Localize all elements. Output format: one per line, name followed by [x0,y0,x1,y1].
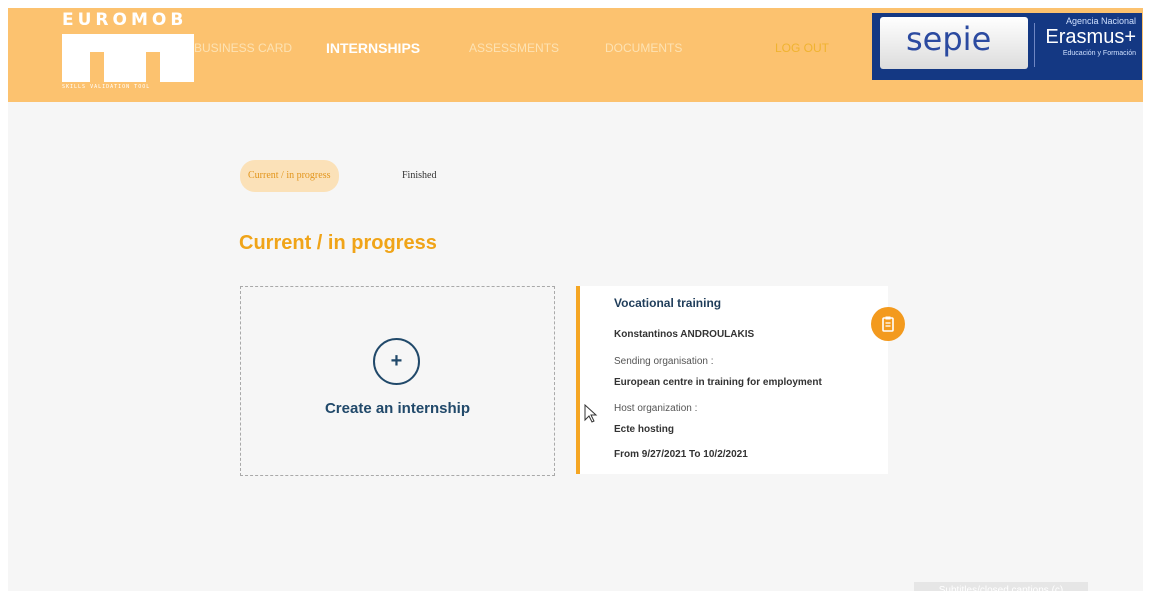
plus-icon[interactable]: + [373,338,420,385]
create-internship-card[interactable]: + Create an internship [240,286,555,476]
clipboard-button[interactable] [871,307,905,341]
euromob-logo[interactable]: EUROMOB SKILLS VALIDATION TOOL [62,10,202,96]
header: EUROMOB SKILLS VALIDATION TOOL BUSINESS … [8,8,1143,102]
nav-logout[interactable]: LOG OUT [775,41,829,55]
logo-text: EUROMOB [62,10,188,30]
tab-current[interactable]: Current / in progress [240,160,339,192]
tab-finished[interactable]: Finished [394,160,444,192]
internship-title: Vocational training [614,296,722,310]
agency-title: Agencia Nacional [1065,16,1136,26]
host-org-label: Host organization : [614,403,698,414]
sponsor-banner: sepie Agencia Nacional Erasmus+ Educació… [872,13,1142,80]
sending-org-label: Sending organisation : [614,356,714,367]
sending-org-value: European centre in training for employme… [614,377,822,388]
sepie-logo-text: sepie [906,20,992,58]
section-title: Current / in progress [239,232,437,254]
captions-button[interactable]: Subtitles/closed captions (c) [914,582,1088,591]
internship-dates: From 9/27/2021 To 10/2/2021 [614,449,748,460]
nav-assessments[interactable]: ASSESSMENTS [469,41,559,55]
agency-subtitle: Educación y Formación [1062,50,1136,57]
nav-internships[interactable]: INTERNSHIPS [326,40,420,56]
logo-tagline: SKILLS VALIDATION TOOL [62,84,151,90]
mouse-cursor-icon [584,404,598,423]
sponsor-divider [1034,23,1035,67]
internship-card[interactable]: Vocational training Konstantinos ANDROUL… [576,286,888,474]
clipboard-icon [882,316,894,332]
nav-documents[interactable]: DOCUMENTS [605,41,682,55]
sepie-logo: sepie [880,17,1028,69]
page: EUROMOB SKILLS VALIDATION TOOL BUSINESS … [8,8,1143,591]
erasmus-logo-text: Erasmus+ [1045,26,1136,48]
nav-business-card[interactable]: BUSINESS CARD [194,41,292,55]
host-org-value: Ecte hosting [614,424,675,435]
student-name: Konstantinos ANDROULAKIS [614,329,755,340]
logo-mark-icon [62,34,194,82]
create-internship-label: Create an internship [324,400,471,417]
